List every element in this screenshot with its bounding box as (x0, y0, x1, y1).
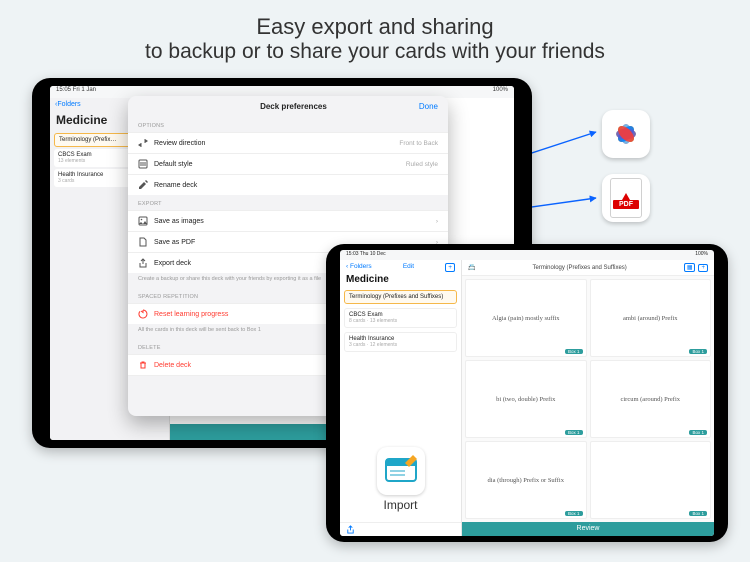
row-save-as-images[interactable]: Save as images › (128, 210, 448, 231)
card-item[interactable]: ambi (around) PrefixBox 1 (590, 279, 712, 357)
rename-icon (138, 180, 148, 190)
back-label: Folders (350, 263, 372, 270)
app-import-icon[interactable] (377, 447, 425, 495)
arrows-icon (138, 138, 148, 148)
folder-title: Medicine (340, 273, 461, 288)
row-review-direction[interactable]: Review direction Front to Back (128, 132, 448, 153)
modal-title: Deck preferences (168, 102, 419, 111)
status-time: 15:05 Fri 1 Jan (56, 87, 96, 98)
pane-header: 📇 Terminology (Prefixes and Suffixes) ▦ … (462, 260, 714, 276)
style-icon (138, 159, 148, 169)
photos-flower-icon (608, 116, 644, 152)
status-time: 15:03 Thu 10 Dec (346, 251, 386, 260)
headline-line1: Easy export and sharing (0, 0, 750, 40)
row-value: Ruled style (406, 161, 438, 168)
row-label: Default style (154, 161, 193, 168)
deck-item-health[interactable]: Health Insurance 3 cards · 12 elements (344, 332, 457, 352)
pdf-file-icon: PDF (602, 174, 650, 222)
pane-title: Terminology (Prefixes and Suffixes) (475, 265, 683, 271)
import-callout: Import (340, 441, 461, 522)
chevron-right-icon: › (436, 218, 438, 225)
row-label: Export deck (154, 260, 191, 267)
ipad-import-view: 15:03 Thu 10 Dec 100% ‹ Folders Edit + M… (326, 244, 728, 542)
review-button[interactable]: Review (462, 522, 714, 536)
status-bar: 15:03 Thu 10 Dec 100% (340, 250, 714, 260)
row-label: Save as PDF (154, 239, 195, 246)
status-battery: 100% (695, 251, 708, 260)
row-value: Front to Back (399, 140, 438, 147)
sidebar: ‹ Folders Edit + Medicine Terminology (P… (340, 260, 462, 536)
edit-button[interactable]: Edit (403, 263, 414, 272)
pdf-doc: PDF (610, 178, 642, 218)
grid-toggle-button[interactable]: ▦ (684, 263, 696, 272)
row-label: Delete deck (154, 362, 191, 369)
row-default-style[interactable]: Default style Ruled style (128, 153, 448, 174)
trash-icon (138, 360, 148, 370)
deck-sub: 3 cards · 12 elements (349, 342, 452, 348)
deck-name: Terminology (Prefixes and Suffixes) (349, 294, 452, 300)
reset-icon (138, 309, 148, 319)
back-label: Folders (57, 101, 80, 108)
deck-icon: 📇 (468, 264, 475, 271)
deck-sub: 8 cards · 13 elements (349, 318, 452, 324)
card-item[interactable]: dia (through) Prefix or SuffixBox 1 (465, 441, 587, 519)
box-tag: Box 1 (689, 430, 707, 435)
flashcard-app-icon (383, 453, 419, 489)
box-tag: Box 1 (689, 349, 707, 354)
deck-item-cbcs[interactable]: CBCS Exam 8 cards · 13 elements (344, 308, 457, 328)
box-tag: Box 1 (565, 511, 583, 516)
add-card-button[interactable]: + (698, 264, 708, 272)
row-label: Reset learning progress (154, 311, 228, 318)
back-button[interactable]: ‹ Folders (346, 263, 372, 272)
headline-line2: to backup or to share your cards with yo… (0, 40, 750, 64)
status-battery: 100% (493, 87, 508, 98)
add-button[interactable]: + (445, 263, 455, 272)
card-grid: Algia (pain) mostly suffixBox 1 ambi (ar… (462, 276, 714, 522)
box-tag: Box 1 (689, 511, 707, 516)
share-icon (138, 258, 148, 268)
pdf-label: PDF (613, 200, 639, 209)
doc-icon (138, 237, 148, 247)
card-item[interactable]: Box 1 (590, 441, 712, 519)
row-rename-deck[interactable]: Rename deck (128, 174, 448, 195)
deck-item-terminology[interactable]: Terminology (Prefixes and Suffixes) (344, 290, 457, 304)
done-button[interactable]: Done (419, 102, 438, 111)
headline: Easy export and sharing to backup or to … (0, 0, 750, 64)
import-label: Import (340, 498, 461, 512)
image-icon (138, 216, 148, 226)
section-export: EXPORT (128, 195, 448, 210)
card-item[interactable]: circum (around) PrefixBox 1 (590, 360, 712, 438)
share-icon (346, 525, 355, 534)
row-label: Save as images (154, 218, 204, 225)
row-label: Review direction (154, 140, 205, 147)
card-pane: 📇 Terminology (Prefixes and Suffixes) ▦ … (462, 260, 714, 536)
box-tag: Box 1 (565, 349, 583, 354)
card-item[interactable]: bi (two, double) PrefixBox 1 (465, 360, 587, 438)
modal-header: Deck preferences Done (128, 96, 448, 117)
photos-app-icon (602, 110, 650, 158)
share-button[interactable] (340, 522, 461, 536)
row-label: Rename deck (154, 182, 197, 189)
box-tag: Box 1 (565, 430, 583, 435)
card-item[interactable]: Algia (pain) mostly suffixBox 1 (465, 279, 587, 357)
section-options: OPTIONS (128, 117, 448, 132)
